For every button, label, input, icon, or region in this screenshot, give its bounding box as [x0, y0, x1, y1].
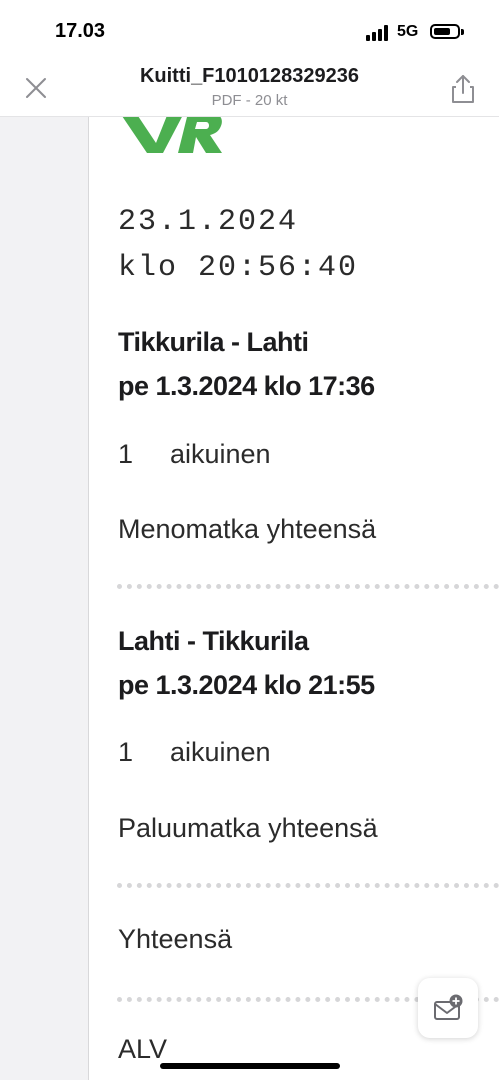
outbound-passenger-type: aikuinen: [170, 439, 271, 469]
status-bar: 17.03 5G: [0, 0, 499, 60]
return-departure: pe 1.3.2024 klo 21:55: [118, 670, 375, 700]
share-icon: [452, 75, 474, 103]
divider: [117, 883, 499, 888]
outbound-total-label: Menomatka yhteensä: [118, 514, 377, 544]
home-indicator[interactable]: [160, 1063, 340, 1069]
receipt-date: 23.1.2024: [118, 205, 299, 239]
add-to-mail-button[interactable]: [418, 978, 478, 1038]
battery-tip: [461, 29, 464, 35]
return-total-label: Paluumatka yhteensä: [118, 813, 378, 843]
grand-total-label: Yhteensä: [118, 924, 233, 954]
vat-label: ALV: [118, 1034, 168, 1064]
document-header: Kuitti_F1010128329236 PDF - 20 kt: [0, 60, 499, 117]
document-subtitle: PDF - 20 kt: [211, 92, 288, 109]
pdf-page: 23.1.2024 klo 20:56:40 Tikkurila - Lahti…: [88, 117, 499, 1080]
share-button[interactable]: [447, 72, 479, 106]
outbound-route: Tikkurila - Lahti: [118, 327, 309, 357]
vr-logo: [122, 117, 222, 153]
outbound-quantity: 1: [118, 439, 134, 469]
outbound-departure: pe 1.3.2024 klo 17:36: [118, 371, 375, 401]
receipt-time: klo 20:56:40: [118, 251, 359, 285]
divider: [117, 584, 499, 589]
return-quantity: 1: [118, 737, 134, 767]
return-route: Lahti - Tikkurila: [118, 626, 309, 656]
signal-icon: [366, 25, 392, 41]
battery-icon: [430, 24, 460, 39]
pdf-viewer[interactable]: 23.1.2024 klo 20:56:40 Tikkurila - Lahti…: [0, 117, 499, 1080]
document-title: Kuitti_F1010128329236: [139, 65, 360, 87]
network-type: 5G: [397, 23, 419, 40]
return-passenger-type: aikuinen: [170, 737, 271, 767]
status-time: 17.03: [55, 20, 106, 42]
mail-add-icon: [434, 994, 463, 1020]
